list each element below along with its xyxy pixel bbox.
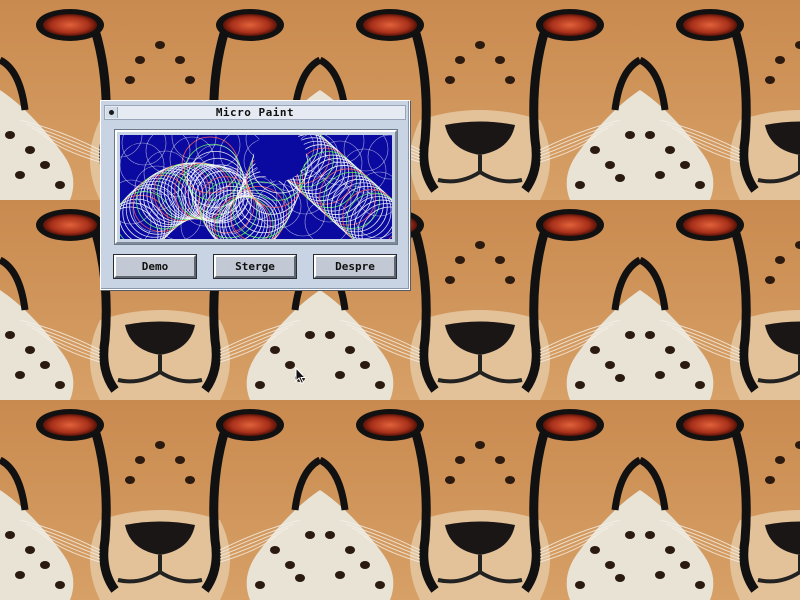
- window-title: Micro Paint: [215, 106, 295, 119]
- title-bar[interactable]: Micro Paint: [104, 105, 406, 120]
- wallpaper-tile: [320, 400, 640, 600]
- canvas-drawing: [120, 135, 392, 239]
- mouse-pointer-icon: [295, 367, 307, 385]
- wallpaper-tile: [640, 200, 800, 400]
- desktop-wallpaper: [0, 0, 800, 600]
- wallpaper-tile: [640, 0, 800, 200]
- drawing-canvas-frame: [114, 129, 398, 245]
- micro-paint-window: Micro Paint Demo Sterge Despre: [100, 100, 410, 290]
- drawing-canvas[interactable]: [120, 135, 392, 239]
- wallpaper-tile: [640, 400, 800, 600]
- demo-button[interactable]: Demo: [113, 254, 197, 279]
- sterge-button[interactable]: Sterge: [213, 254, 297, 279]
- despre-button[interactable]: Despre: [313, 254, 397, 279]
- wallpaper-tile: [0, 400, 320, 600]
